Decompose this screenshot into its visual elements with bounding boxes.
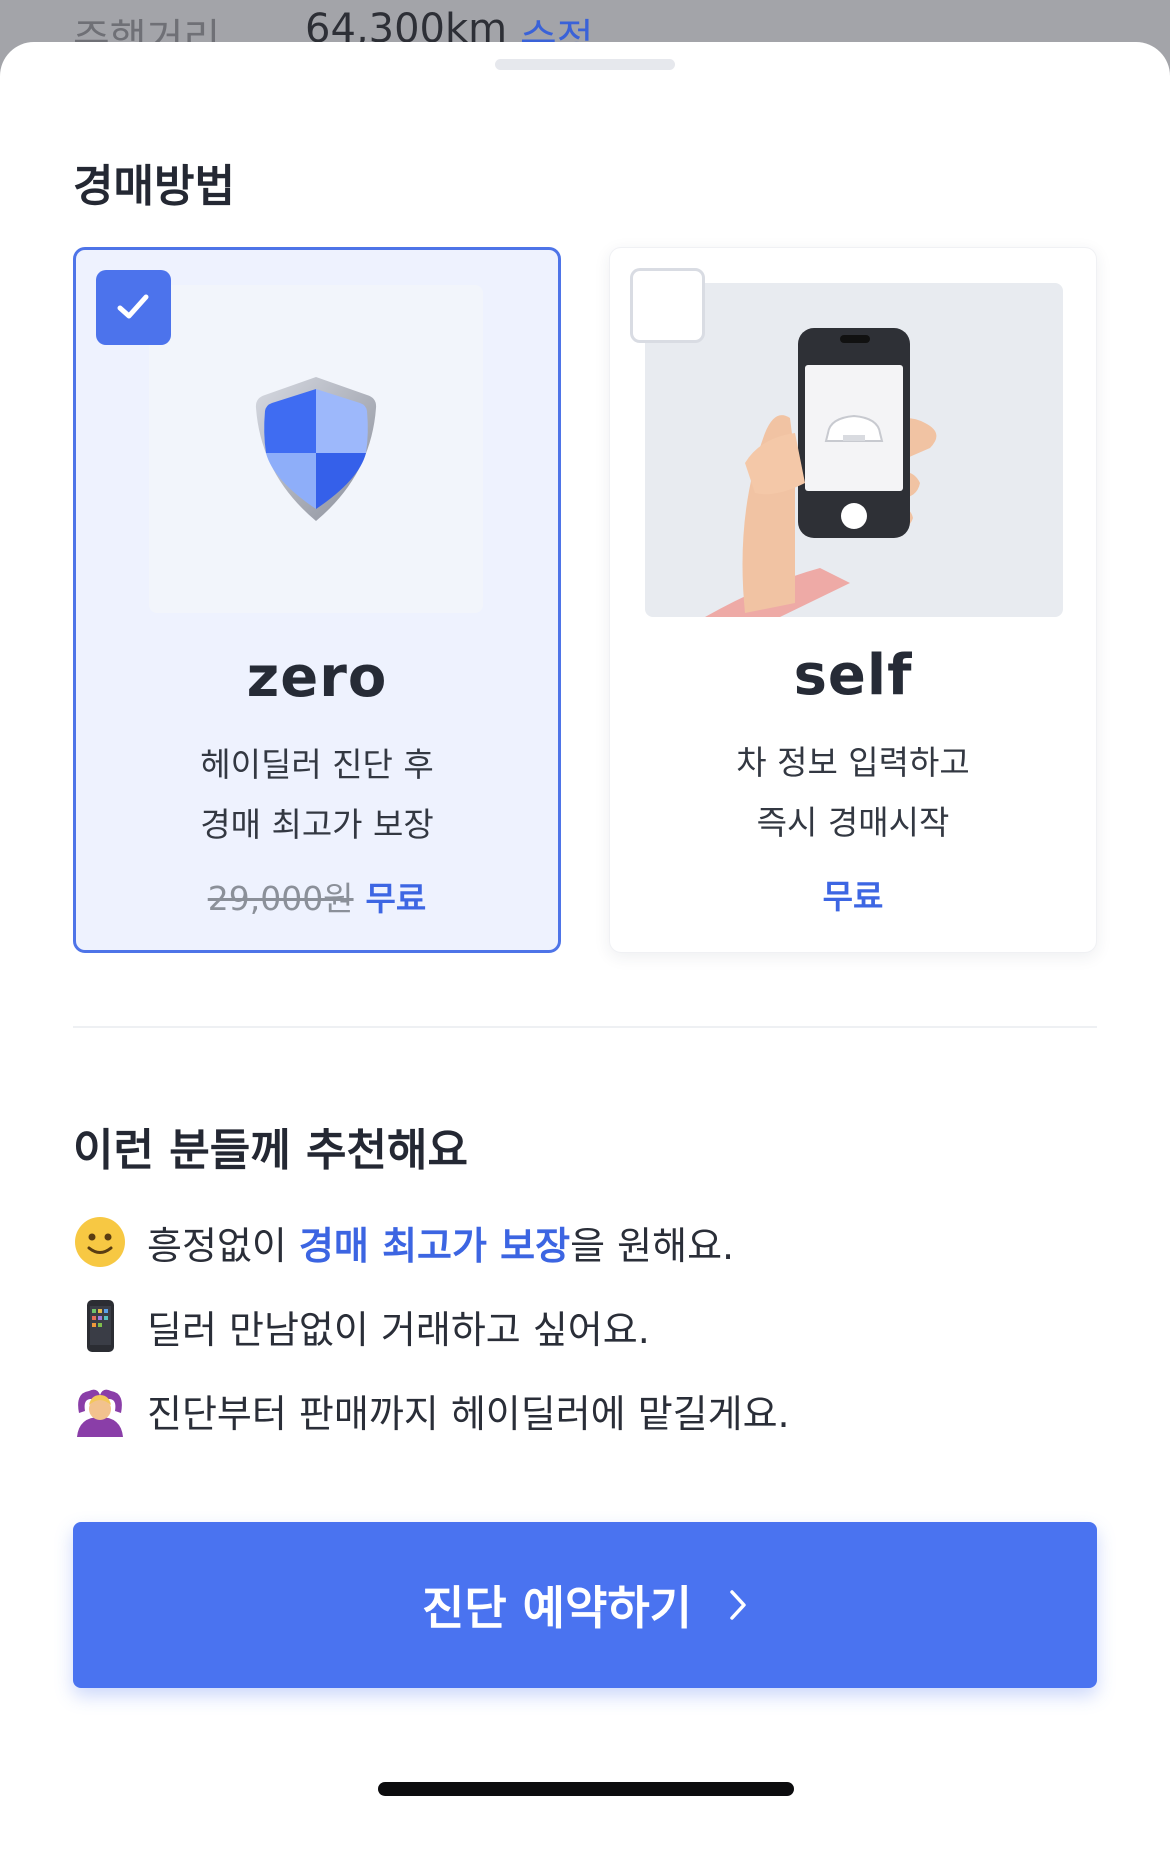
bottom-sheet: 경매방법 zero 헤이딜러 진단 후 경매 최고가 보장 29,000원 무료… — [0, 42, 1170, 1863]
recommend-item-2-text: 딜러 만남없이 거래하고 싶어요. — [147, 1307, 650, 1352]
recommend-item-1-highlight: 경매 최고가 보장 — [298, 1223, 571, 1268]
shield-icon — [255, 377, 377, 521]
sheet-grabber[interactable] — [495, 59, 675, 70]
zero-free-label: 무료 — [365, 879, 427, 918]
person-gesturing-ok-icon — [73, 1383, 127, 1437]
recommend-item-3: 진단부터 판매까지 헤이딜러에 맡길게요. — [73, 1380, 790, 1440]
smiling-face-icon — [73, 1215, 127, 1269]
section-divider — [73, 1026, 1097, 1028]
zero-desc-line2: 경매 최고가 보장 — [200, 805, 434, 844]
zero-title: zero — [246, 645, 388, 710]
auction-option-self[interactable]: self 차 정보 입력하고 즉시 경매시작 무료 — [609, 247, 1097, 953]
auction-option-zero[interactable]: zero 헤이딜러 진단 후 경매 최고가 보장 29,000원 무료 — [73, 247, 561, 953]
zero-original-price: 29,000원 — [207, 879, 354, 918]
self-price: 무료 — [610, 870, 1096, 918]
mobile-phone-icon — [73, 1299, 127, 1353]
chevron-right-icon — [730, 1590, 746, 1620]
reserve-diagnosis-button[interactable]: 진단 예약하기 — [73, 1522, 1097, 1688]
reserve-diagnosis-label: 진단 예약하기 — [422, 1581, 692, 1635]
self-title: self — [793, 643, 913, 708]
self-desc-line2: 즉시 경매시작 — [756, 803, 950, 842]
self-checkbox[interactable] — [630, 268, 705, 343]
recommend-item-2: 딜러 만남없이 거래하고 싶어요. — [73, 1296, 650, 1356]
phone-in-hand-icon — [705, 328, 937, 617]
home-indicator — [378, 1782, 794, 1796]
recommend-item-1: 흥정없이 경매 최고가 보장 을 원해요. — [73, 1212, 734, 1272]
recommend-item-1-post: 을 원해요. — [570, 1223, 735, 1268]
zero-desc-line1: 헤이딜러 진단 후 — [200, 745, 434, 784]
self-illustration — [645, 283, 1063, 617]
recommend-title: 이런 분들께 추천해요 — [73, 1125, 468, 1176]
recommend-item-3-text: 진단부터 판매까지 헤이딜러에 맡길게요. — [147, 1391, 790, 1436]
zero-price: 29,000원 무료 — [76, 872, 558, 920]
recommend-item-1-pre: 흥정없이 — [147, 1223, 299, 1268]
auction-method-title: 경매방법 — [73, 161, 235, 212]
self-free-label: 무료 — [822, 877, 884, 916]
self-desc-line1: 차 정보 입력하고 — [736, 743, 970, 782]
check-icon — [117, 294, 149, 319]
zero-checkbox[interactable] — [96, 270, 171, 345]
zero-illustration — [149, 285, 483, 613]
